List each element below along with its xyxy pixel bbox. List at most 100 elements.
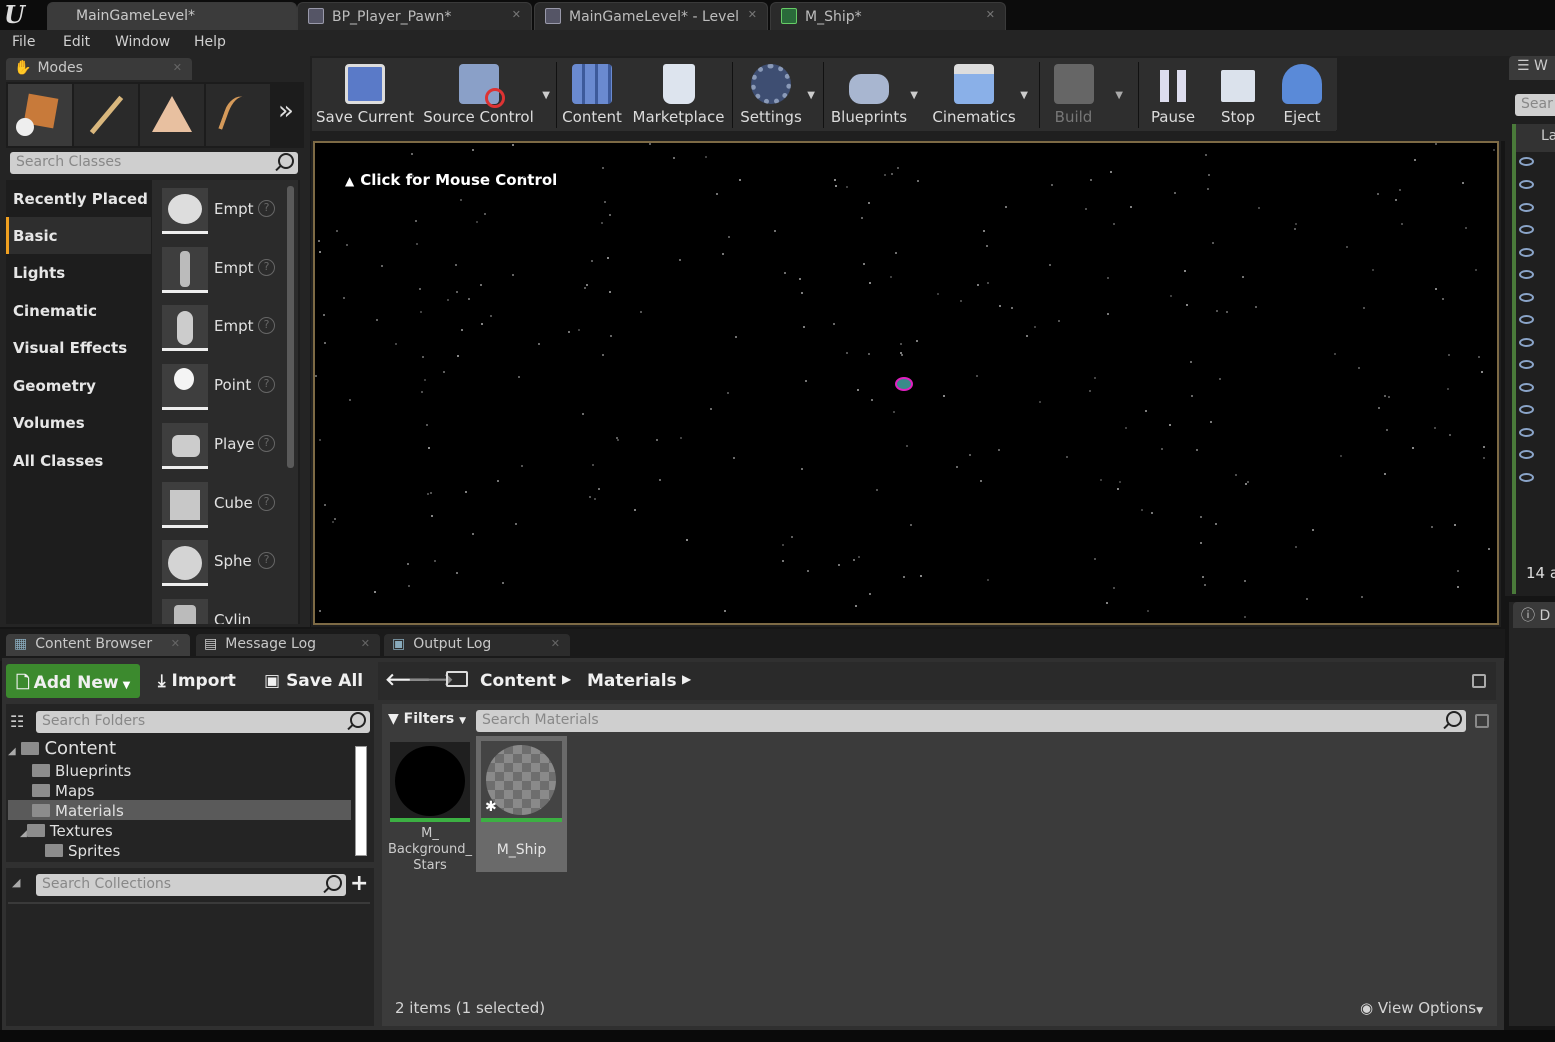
search-collections-input[interactable]: Search Collections	[36, 874, 346, 896]
game-viewport[interactable]: ▲ Click for Mouse Control	[313, 141, 1499, 625]
list-item[interactable]: Playe?	[160, 419, 284, 475]
list-item[interactable]: Sphe?	[160, 536, 284, 592]
eye-icon[interactable]	[1519, 157, 1534, 166]
help-icon[interactable]: ?	[258, 552, 275, 569]
menu-file[interactable]: File	[12, 34, 35, 50]
search-folders-input[interactable]: Search Folders	[36, 711, 370, 733]
eye-icon[interactable]	[1519, 428, 1534, 437]
tree-item-blueprints[interactable]: Blueprints	[32, 762, 131, 780]
tree-item-content[interactable]: ◢ Content	[8, 738, 116, 759]
close-icon[interactable]: ✕	[173, 61, 182, 74]
eject-button[interactable]: Eject	[1276, 60, 1328, 128]
view-options-button[interactable]: ◉ View Options▼	[1360, 999, 1483, 1017]
filters-button[interactable]: ▼ Filters ▼	[388, 711, 466, 727]
search-materials-input[interactable]: Search Materials	[476, 710, 1466, 732]
place-mode-button[interactable]	[8, 84, 72, 146]
list-item[interactable]: Cube?	[160, 478, 284, 534]
eye-icon[interactable]	[1519, 450, 1534, 459]
category-lights[interactable]: Lights	[6, 254, 151, 291]
asset-label-background-stars[interactable]: M_ Background_ Stars	[382, 826, 478, 874]
category-visual-effects[interactable]: Visual Effects	[6, 329, 151, 366]
tree-item-textures[interactable]: ◢ Textures	[20, 822, 113, 840]
tab-world-outliner[interactable]: ☰ W	[1509, 56, 1555, 80]
chevron-down-icon[interactable]: ▼	[910, 90, 918, 101]
marketplace-button[interactable]: Marketplace	[631, 60, 726, 128]
category-cinematic[interactable]: Cinematic	[6, 292, 151, 329]
category-volumes[interactable]: Volumes	[6, 404, 151, 441]
category-geometry[interactable]: Geometry	[6, 367, 151, 404]
eye-icon[interactable]	[1519, 383, 1534, 392]
list-item[interactable]: Empt?	[160, 184, 284, 240]
eye-icon[interactable]	[1519, 248, 1534, 257]
save-current-button[interactable]: Save Current	[315, 60, 415, 128]
list-item[interactable]: Empt?	[160, 243, 284, 299]
path-content[interactable]: Content	[480, 671, 556, 691]
content-button[interactable]: Content	[561, 60, 623, 128]
tab-m-ship[interactable]: M_Ship* ✕	[770, 2, 1006, 30]
eye-icon[interactable]	[1519, 225, 1534, 234]
list-item[interactable]: Cylin	[160, 595, 284, 624]
tab-main-game-level-level[interactable]: MainGameLevel* - Level ✕	[534, 2, 768, 30]
tab-message-log[interactable]: ▤ Message Log ✕	[196, 634, 380, 656]
help-icon[interactable]: ?	[258, 376, 275, 393]
asset-thumbnail-m-ship[interactable]: ✱	[481, 741, 562, 822]
menu-help[interactable]: Help	[194, 34, 226, 50]
help-icon[interactable]: ?	[258, 200, 275, 217]
menu-edit[interactable]: Edit	[63, 34, 90, 50]
build-button[interactable]: Build ▼	[1046, 60, 1123, 128]
asset-thumbnail-background-stars[interactable]	[390, 742, 470, 822]
chevron-down-icon[interactable]: ▼	[1020, 90, 1028, 101]
tab-modes[interactable]: ✋ Modes ✕	[6, 58, 192, 80]
chevron-down-icon[interactable]: ▼	[807, 90, 815, 101]
more-modes-chevron-icon[interactable]: »	[278, 96, 294, 126]
search-classes-input[interactable]: Search Classes	[10, 152, 298, 174]
list-item[interactable]: Empt?	[160, 301, 284, 357]
stop-button[interactable]: Stop	[1212, 60, 1264, 128]
category-recently-placed[interactable]: Recently Placed	[6, 180, 151, 217]
help-icon[interactable]: ?	[258, 494, 275, 511]
lock-icon[interactable]	[1472, 674, 1486, 688]
tree-item-sprites[interactable]: Sprites	[45, 842, 120, 860]
scrollbar[interactable]	[287, 186, 294, 468]
close-icon[interactable]: ✕	[748, 8, 757, 21]
settings-button[interactable]: Settings ▼	[737, 60, 815, 128]
tree-scrollbar[interactable]	[355, 746, 367, 856]
eye-icon[interactable]	[1519, 338, 1534, 347]
path-separator-icon[interactable]: ▶	[562, 672, 571, 686]
chevron-down-icon[interactable]: ▼	[1115, 90, 1123, 101]
eye-icon[interactable]	[1519, 180, 1534, 189]
close-icon[interactable]: ✕	[171, 637, 180, 650]
save-all-button[interactable]: ▣ Save All	[264, 671, 363, 691]
tree-item-maps[interactable]: Maps	[32, 782, 94, 800]
cinematics-button[interactable]: Cinematics ▼	[932, 60, 1028, 128]
category-all-classes[interactable]: All Classes	[6, 442, 151, 479]
eye-icon[interactable]	[1519, 405, 1534, 414]
import-button[interactable]: ⤓ Import	[158, 671, 236, 691]
list-item[interactable]: Point?	[160, 360, 284, 416]
tab-main-game-level[interactable]: MainGameLevel*	[47, 2, 297, 30]
path-separator-icon[interactable]: ▶	[682, 672, 691, 686]
tab-bp-player-pawn[interactable]: BP_Player_Pawn* ✕	[297, 2, 532, 30]
tab-content-browser[interactable]: ▦ Content Browser ✕	[6, 634, 190, 656]
tab-output-log[interactable]: ▣ Output Log ✕	[384, 634, 570, 656]
help-icon[interactable]: ?	[258, 435, 275, 452]
tab-details[interactable]: ⓘ D	[1513, 602, 1555, 628]
save-search-icon[interactable]	[1475, 714, 1489, 728]
foliage-mode-button[interactable]	[206, 84, 270, 146]
eye-icon[interactable]	[1519, 293, 1534, 302]
close-icon[interactable]: ✕	[512, 8, 521, 21]
category-basic[interactable]: Basic	[6, 217, 151, 254]
chevron-down-icon[interactable]: ▼	[542, 90, 550, 101]
asset-label-m-ship[interactable]: M_Ship	[476, 842, 567, 858]
blueprints-button[interactable]: Blueprints ▼	[828, 60, 918, 128]
eye-icon[interactable]	[1519, 270, 1534, 279]
source-control-button[interactable]: Source Control ▼	[421, 60, 550, 128]
outliner-search-input[interactable]: Sear	[1515, 94, 1555, 116]
landscape-mode-button[interactable]	[140, 84, 204, 146]
paint-mode-button[interactable]	[74, 84, 138, 146]
unreal-logo-icon[interactable]: U	[4, 1, 30, 29]
eye-icon[interactable]	[1519, 473, 1534, 482]
close-icon[interactable]: ✕	[986, 8, 995, 21]
eye-icon[interactable]	[1519, 203, 1534, 212]
menu-window[interactable]: Window	[115, 34, 170, 50]
